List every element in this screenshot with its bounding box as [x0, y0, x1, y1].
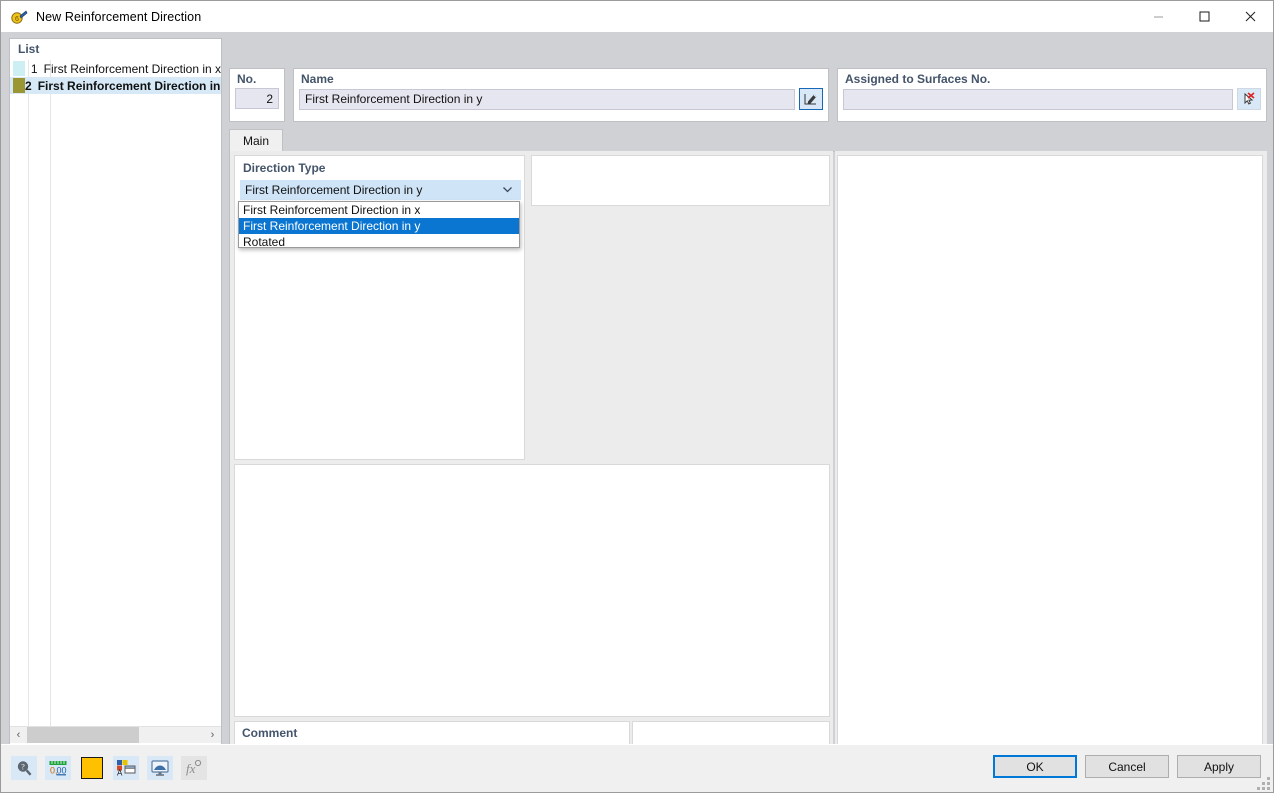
number-format-button[interactable]: 0, 00	[45, 756, 71, 780]
dialog-footer: ? 0, 00	[1, 744, 1273, 792]
scroll-right-icon[interactable]: ›	[204, 727, 221, 744]
row-label: First Reinforcement Direction in x	[44, 62, 221, 76]
maximize-button[interactable]	[1181, 1, 1227, 32]
direction-type-value: First Reinforcement Direction in y	[245, 183, 422, 197]
svg-text:?: ?	[21, 763, 25, 772]
title-bar: 6 New Reinforcement Direction	[1, 1, 1273, 32]
list-column-divider-2	[50, 60, 51, 726]
preview-column	[835, 151, 1267, 772]
svg-text:fx: fx	[186, 761, 196, 776]
comment-label: Comment	[242, 726, 297, 740]
name-input[interactable]: First Reinforcement Direction in y	[299, 89, 795, 110]
dropdown-option[interactable]: First Reinforcement Direction in x	[239, 202, 519, 218]
list-item[interactable]: 1 First Reinforcement Direction in x	[10, 60, 221, 77]
list-column-divider-1	[28, 60, 29, 726]
window-title: New Reinforcement Direction	[36, 10, 201, 24]
upper-right-empty-panel	[531, 155, 830, 206]
number-input[interactable]: 2	[235, 88, 279, 109]
formula-button: fx	[181, 756, 207, 780]
list-rows: 1 First Reinforcement Direction in x 2 F…	[10, 60, 221, 726]
surfaces-field-label: Assigned to Surfaces No.	[838, 69, 1266, 86]
tab-main[interactable]: Main	[229, 129, 283, 152]
direction-type-dropdown-list[interactable]: First Reinforcement Direction in x First…	[238, 201, 520, 248]
svg-text:00: 00	[57, 766, 67, 776]
scrollbar-track[interactable]	[27, 727, 204, 744]
direction-type-label: Direction Type	[243, 161, 325, 175]
minimize-button[interactable]	[1135, 1, 1181, 32]
number-field-label: No.	[230, 69, 284, 86]
direction-type-select[interactable]: First Reinforcement Direction in y	[240, 180, 521, 200]
footer-buttons: OK Cancel Apply	[993, 755, 1261, 778]
dialog-window: 6 New Reinforcement Direction List	[0, 0, 1274, 793]
surfaces-field-group: Assigned to Surfaces No.	[837, 68, 1267, 122]
cancel-button[interactable]: Cancel	[1085, 755, 1169, 778]
window-controls	[1135, 1, 1273, 32]
apply-button[interactable]: Apply	[1177, 755, 1261, 778]
number-field-group: No. 2	[229, 68, 285, 122]
preview-panel	[837, 155, 1263, 768]
list-item[interactable]: 2 First Reinforcement Direction in y	[10, 77, 221, 94]
svg-text:A: A	[117, 769, 123, 778]
list-header-label: List	[10, 39, 221, 60]
svg-text:6: 6	[15, 16, 19, 23]
color-swatch	[81, 757, 103, 779]
display-properties-button[interactable]: A	[113, 756, 139, 780]
dropdown-option[interactable]: Rotated	[239, 234, 519, 250]
info-search-button[interactable]: ?	[11, 756, 37, 780]
dropdown-option[interactable]: First Reinforcement Direction in y	[239, 218, 519, 234]
pick-surfaces-button[interactable]	[1237, 88, 1261, 110]
row-label: First Reinforcement Direction in y	[38, 79, 221, 93]
resize-grip[interactable]	[1257, 777, 1270, 790]
surfaces-input[interactable]	[843, 89, 1233, 110]
color-swatch-button[interactable]	[79, 756, 105, 780]
scroll-left-icon[interactable]: ‹	[10, 727, 27, 744]
scrollbar-thumb[interactable]	[27, 727, 139, 744]
row-color-swatch	[13, 61, 25, 76]
ok-button[interactable]: OK	[993, 755, 1077, 778]
row-number: 1	[25, 62, 38, 76]
lower-empty-panel	[234, 464, 830, 717]
close-button[interactable]	[1227, 1, 1273, 32]
row-color-swatch	[13, 78, 25, 93]
name-field-label: Name	[294, 69, 828, 86]
name-field-group: Name First Reinforcement Direction in y	[293, 68, 829, 122]
view-settings-button[interactable]	[147, 756, 173, 780]
chevron-down-icon	[501, 183, 514, 199]
tab-strip: Main	[229, 129, 1267, 152]
edit-name-button[interactable]	[799, 88, 823, 110]
tab-strip-filler	[283, 132, 1267, 152]
footer-toolbar: ? 0, 00	[11, 756, 207, 780]
row-number: 2	[25, 79, 32, 93]
list-horizontal-scrollbar[interactable]: ‹ ›	[10, 726, 221, 743]
reinforcement-direction-icon: 6	[10, 8, 28, 26]
list-panel: List 1 First Reinforcement Direction in …	[9, 38, 222, 772]
dialog-body: List 1 First Reinforcement Direction in …	[1, 32, 1273, 744]
